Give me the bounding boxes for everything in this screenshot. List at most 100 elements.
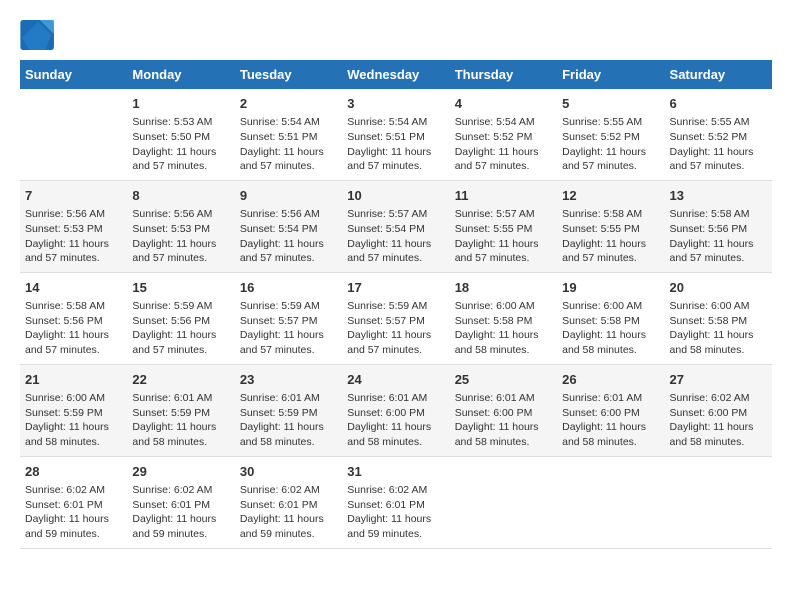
calendar-week-row: 21 Sunrise: 6:00 AM Sunset: 5:59 PM Dayli… xyxy=(20,364,772,456)
calendar-cell: 18 Sunrise: 6:00 AM Sunset: 5:58 PM Dayli… xyxy=(450,272,557,364)
page-header xyxy=(20,20,772,50)
calendar-cell: 7 Sunrise: 5:56 AM Sunset: 5:53 PM Daylig… xyxy=(20,180,127,272)
day-number: 29 xyxy=(132,463,229,481)
calendar-cell: 8 Sunrise: 5:56 AM Sunset: 5:53 PM Daylig… xyxy=(127,180,234,272)
calendar-cell: 31Sunrise: 6:02 AM Sunset: 6:01 PM Dayli… xyxy=(342,456,449,548)
day-number: 27 xyxy=(670,371,767,389)
day-detail: Sunrise: 5:54 AM Sunset: 5:52 PM Dayligh… xyxy=(455,115,552,174)
calendar-week-row: 7 Sunrise: 5:56 AM Sunset: 5:53 PM Daylig… xyxy=(20,180,772,272)
calendar-cell: 21 Sunrise: 6:00 AM Sunset: 5:59 PM Dayli… xyxy=(20,364,127,456)
day-number: 2 xyxy=(240,95,337,113)
calendar-header-thursday: Thursday xyxy=(450,60,557,89)
day-number: 31 xyxy=(347,463,444,481)
day-number: 9 xyxy=(240,187,337,205)
calendar-cell xyxy=(665,456,772,548)
day-detail: Sunrise: 6:02 AM Sunset: 6:00 PM Dayligh… xyxy=(670,391,767,450)
calendar-header-tuesday: Tuesday xyxy=(235,60,342,89)
day-detail: Sunrise: 5:56 AM Sunset: 5:53 PM Dayligh… xyxy=(132,207,229,266)
day-number: 12 xyxy=(562,187,659,205)
calendar-cell: 11 Sunrise: 5:57 AM Sunset: 5:55 PM Dayli… xyxy=(450,180,557,272)
day-detail: Sunrise: 6:01 AM Sunset: 6:00 PM Dayligh… xyxy=(347,391,444,450)
day-number: 15 xyxy=(132,279,229,297)
day-number: 26 xyxy=(562,371,659,389)
calendar-week-row: 28 Sunrise: 6:02 AM Sunset: 6:01 PM Dayli… xyxy=(20,456,772,548)
day-detail: Sunrise: 5:55 AM Sunset: 5:52 PM Dayligh… xyxy=(670,115,767,174)
day-detail: Sunrise: 5:55 AM Sunset: 5:52 PM Dayligh… xyxy=(562,115,659,174)
calendar-cell: 17 Sunrise: 5:59 AM Sunset: 5:57 PM Dayli… xyxy=(342,272,449,364)
day-detail: Sunrise: 5:59 AM Sunset: 5:57 PM Dayligh… xyxy=(240,299,337,358)
calendar-cell: 24 Sunrise: 6:01 AM Sunset: 6:00 PM Dayli… xyxy=(342,364,449,456)
day-detail: Sunrise: 6:02 AM Sunset: 6:01 PM Dayligh… xyxy=(240,483,337,542)
day-detail: Sunrise: 5:56 AM Sunset: 5:54 PM Dayligh… xyxy=(240,207,337,266)
day-detail: Sunrise: 6:00 AM Sunset: 5:58 PM Dayligh… xyxy=(455,299,552,358)
day-number: 17 xyxy=(347,279,444,297)
day-detail: Sunrise: 5:58 AM Sunset: 5:56 PM Dayligh… xyxy=(25,299,122,358)
calendar-cell: 3 Sunrise: 5:54 AM Sunset: 5:51 PM Daylig… xyxy=(342,89,449,180)
day-detail: Sunrise: 5:56 AM Sunset: 5:53 PM Dayligh… xyxy=(25,207,122,266)
calendar-header-row: SundayMondayTuesdayWednesdayThursdayFrid… xyxy=(20,60,772,89)
day-detail: Sunrise: 6:00 AM Sunset: 5:59 PM Dayligh… xyxy=(25,391,122,450)
day-detail: Sunrise: 5:57 AM Sunset: 5:54 PM Dayligh… xyxy=(347,207,444,266)
day-number: 3 xyxy=(347,95,444,113)
day-number: 19 xyxy=(562,279,659,297)
day-number: 21 xyxy=(25,371,122,389)
calendar-cell: 5 Sunrise: 5:55 AM Sunset: 5:52 PM Daylig… xyxy=(557,89,664,180)
day-number: 7 xyxy=(25,187,122,205)
day-number: 6 xyxy=(670,95,767,113)
calendar-cell: 12 Sunrise: 5:58 AM Sunset: 5:55 PM Dayli… xyxy=(557,180,664,272)
day-number: 10 xyxy=(347,187,444,205)
day-detail: Sunrise: 5:54 AM Sunset: 5:51 PM Dayligh… xyxy=(240,115,337,174)
day-detail: Sunrise: 6:02 AM Sunset: 6:01 PM Dayligh… xyxy=(132,483,229,542)
day-number: 30 xyxy=(240,463,337,481)
calendar-cell: 6 Sunrise: 5:55 AM Sunset: 5:52 PM Daylig… xyxy=(665,89,772,180)
calendar-cell: 13Sunrise: 5:58 AM Sunset: 5:56 PM Dayli… xyxy=(665,180,772,272)
calendar-cell: 4Sunrise: 5:54 AM Sunset: 5:52 PM Daylig… xyxy=(450,89,557,180)
day-detail: Sunrise: 6:00 AM Sunset: 5:58 PM Dayligh… xyxy=(562,299,659,358)
calendar-cell xyxy=(557,456,664,548)
day-detail: Sunrise: 6:01 AM Sunset: 5:59 PM Dayligh… xyxy=(132,391,229,450)
day-detail: Sunrise: 5:53 AM Sunset: 5:50 PM Dayligh… xyxy=(132,115,229,174)
day-detail: Sunrise: 6:01 AM Sunset: 6:00 PM Dayligh… xyxy=(455,391,552,450)
calendar-table: SundayMondayTuesdayWednesdayThursdayFrid… xyxy=(20,60,772,549)
day-number: 22 xyxy=(132,371,229,389)
day-number: 24 xyxy=(347,371,444,389)
day-detail: Sunrise: 6:01 AM Sunset: 6:00 PM Dayligh… xyxy=(562,391,659,450)
calendar-cell: 19 Sunrise: 6:00 AM Sunset: 5:58 PM Dayli… xyxy=(557,272,664,364)
calendar-header-wednesday: Wednesday xyxy=(342,60,449,89)
day-detail: Sunrise: 5:59 AM Sunset: 5:57 PM Dayligh… xyxy=(347,299,444,358)
day-detail: Sunrise: 5:57 AM Sunset: 5:55 PM Dayligh… xyxy=(455,207,552,266)
day-number: 18 xyxy=(455,279,552,297)
day-number: 13 xyxy=(670,187,767,205)
day-number: 14 xyxy=(25,279,122,297)
calendar-cell: 16 Sunrise: 5:59 AM Sunset: 5:57 PM Dayli… xyxy=(235,272,342,364)
logo-icon xyxy=(20,20,56,50)
day-detail: Sunrise: 6:00 AM Sunset: 5:58 PM Dayligh… xyxy=(670,299,767,358)
calendar-cell: 28 Sunrise: 6:02 AM Sunset: 6:01 PM Dayli… xyxy=(20,456,127,548)
day-number: 23 xyxy=(240,371,337,389)
calendar-cell xyxy=(20,89,127,180)
day-number: 11 xyxy=(455,187,552,205)
day-detail: Sunrise: 5:59 AM Sunset: 5:56 PM Dayligh… xyxy=(132,299,229,358)
calendar-cell: 9 Sunrise: 5:56 AM Sunset: 5:54 PM Daylig… xyxy=(235,180,342,272)
day-number: 5 xyxy=(562,95,659,113)
calendar-cell: 30 Sunrise: 6:02 AM Sunset: 6:01 PM Dayli… xyxy=(235,456,342,548)
day-number: 16 xyxy=(240,279,337,297)
calendar-cell: 2 Sunrise: 5:54 AM Sunset: 5:51 PM Daylig… xyxy=(235,89,342,180)
day-detail: Sunrise: 5:58 AM Sunset: 5:55 PM Dayligh… xyxy=(562,207,659,266)
calendar-week-row: 14 Sunrise: 5:58 AM Sunset: 5:56 PM Dayli… xyxy=(20,272,772,364)
calendar-cell: 25Sunrise: 6:01 AM Sunset: 6:00 PM Dayli… xyxy=(450,364,557,456)
day-detail: Sunrise: 5:54 AM Sunset: 5:51 PM Dayligh… xyxy=(347,115,444,174)
calendar-header-saturday: Saturday xyxy=(665,60,772,89)
calendar-cell: 10 Sunrise: 5:57 AM Sunset: 5:54 PM Dayli… xyxy=(342,180,449,272)
calendar-cell xyxy=(450,456,557,548)
calendar-cell: 23 Sunrise: 6:01 AM Sunset: 5:59 PM Dayli… xyxy=(235,364,342,456)
day-number: 28 xyxy=(25,463,122,481)
day-number: 8 xyxy=(132,187,229,205)
day-detail: Sunrise: 6:02 AM Sunset: 6:01 PM Dayligh… xyxy=(25,483,122,542)
logo xyxy=(20,20,62,50)
calendar-cell: 14 Sunrise: 5:58 AM Sunset: 5:56 PM Dayli… xyxy=(20,272,127,364)
calendar-cell: 15 Sunrise: 5:59 AM Sunset: 5:56 PM Dayli… xyxy=(127,272,234,364)
calendar-cell: 20Sunrise: 6:00 AM Sunset: 5:58 PM Dayli… xyxy=(665,272,772,364)
calendar-cell: 27 Sunrise: 6:02 AM Sunset: 6:00 PM Dayli… xyxy=(665,364,772,456)
day-detail: Sunrise: 6:01 AM Sunset: 5:59 PM Dayligh… xyxy=(240,391,337,450)
